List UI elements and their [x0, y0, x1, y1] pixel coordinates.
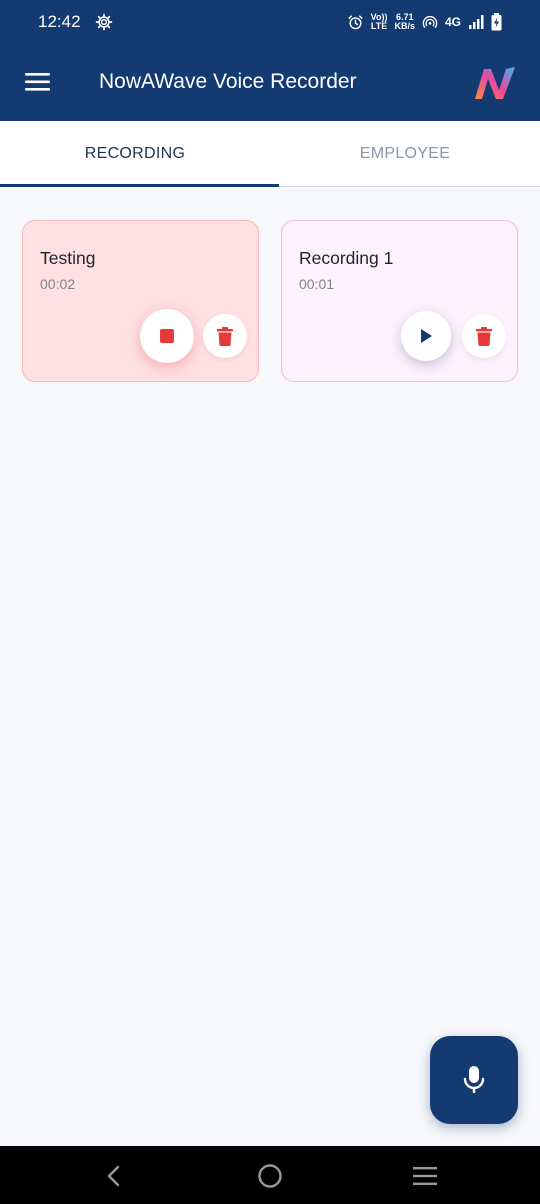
- microphone-icon: [463, 1066, 485, 1093]
- volte-indicator: Vo)) LTE: [371, 13, 388, 31]
- status-left: 12:42: [38, 12, 113, 32]
- recording-card[interactable]: Recording 1 00:01: [281, 220, 518, 382]
- signal-icon: [469, 15, 484, 29]
- recording-duration: 00:01: [299, 276, 335, 292]
- tab-employee[interactable]: EMPLOYEE: [270, 121, 540, 187]
- network-type: 4G: [444, 15, 461, 29]
- trash-icon: [476, 326, 492, 346]
- stop-button[interactable]: [140, 309, 194, 363]
- play-icon: [421, 329, 432, 343]
- status-bar: 12:42 Vo)) LTE 6.71 KB/s 4G: [0, 0, 540, 44]
- trash-icon: [217, 326, 233, 346]
- status-time: 12:42: [38, 12, 81, 31]
- battery-charging-icon: [491, 13, 502, 31]
- tab-bar: RECORDING EMPLOYEE: [0, 121, 540, 187]
- volte-bottom: LTE: [370, 21, 388, 31]
- home-circle-icon[interactable]: [256, 1162, 284, 1190]
- delete-button[interactable]: [203, 314, 247, 358]
- record-fab-button[interactable]: [430, 1036, 518, 1124]
- stop-icon: [160, 329, 174, 343]
- back-chevron-icon[interactable]: [100, 1162, 128, 1190]
- recents-menu-icon[interactable]: [411, 1162, 439, 1190]
- recording-title: Testing: [40, 248, 96, 268]
- app-bar: NowAWave Voice Recorder: [0, 44, 540, 121]
- app-title: NowAWave Voice Recorder: [99, 70, 357, 93]
- system-nav-bar: [0, 1146, 540, 1204]
- net-speed-unit: KB/s: [394, 21, 415, 31]
- delete-button[interactable]: [462, 314, 506, 358]
- recording-card[interactable]: Testing 00:02: [22, 220, 259, 382]
- net-speed: 6.71 KB/s: [394, 13, 415, 31]
- settings-gear-icon: [95, 13, 112, 31]
- recording-title: Recording 1: [299, 248, 394, 268]
- nowawave-logo-icon: [475, 67, 515, 99]
- status-right: Vo)) LTE 6.71 KB/s 4G: [347, 13, 502, 31]
- recording-duration: 00:02: [40, 276, 76, 292]
- alarm-icon: [348, 14, 363, 29]
- tab-recording[interactable]: RECORDING: [0, 121, 270, 187]
- play-button[interactable]: [401, 311, 451, 361]
- hamburger-menu-icon[interactable]: [24, 70, 52, 94]
- hotspot-icon: [422, 16, 438, 29]
- active-tab-indicator: [0, 184, 279, 187]
